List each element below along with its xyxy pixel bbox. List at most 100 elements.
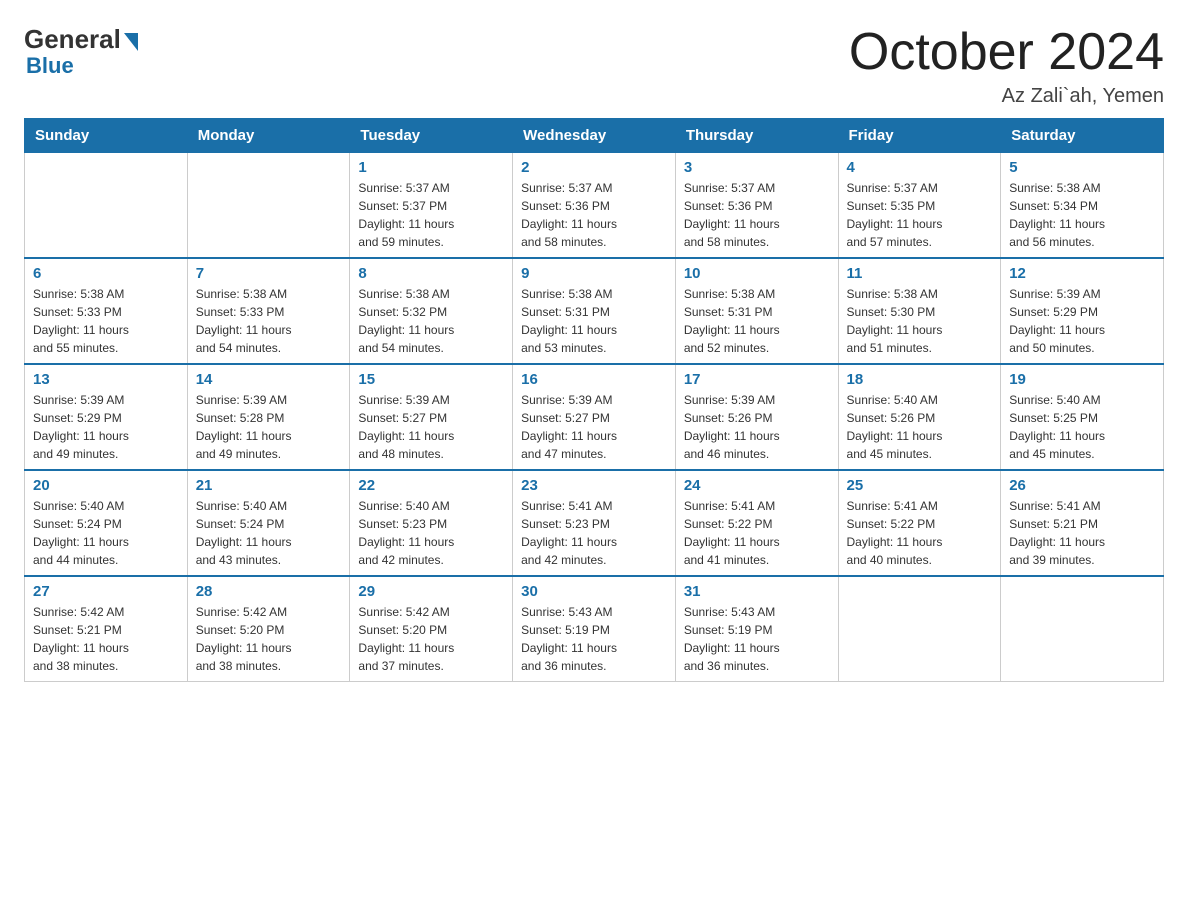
day-info: Sunrise: 5:39 AMSunset: 5:28 PMDaylight:… — [196, 391, 342, 463]
logo-arrow-icon — [124, 33, 138, 51]
table-row — [1001, 576, 1164, 682]
day-number: 23 — [521, 477, 667, 494]
table-row: 15 Sunrise: 5:39 AMSunset: 5:27 PMDayligh… — [350, 364, 513, 470]
day-info: Sunrise: 5:41 AMSunset: 5:21 PMDaylight:… — [1009, 497, 1155, 569]
day-number: 12 — [1009, 265, 1155, 282]
col-tuesday: Tuesday — [350, 119, 513, 153]
table-row — [25, 153, 188, 259]
table-row: 17Sunrise: 5:39 AMSunset: 5:26 PMDayligh… — [675, 364, 838, 470]
table-row: 16 Sunrise: 5:39 AMSunset: 5:27 PMDayligh… — [513, 364, 676, 470]
day-info: Sunrise: 5:38 AMSunset: 5:33 PMDaylight:… — [196, 285, 342, 357]
table-row: 3 Sunrise: 5:37 AMSunset: 5:36 PMDaylight… — [675, 153, 838, 259]
table-row: 5Sunrise: 5:38 AMSunset: 5:34 PMDaylight… — [1001, 153, 1164, 259]
table-row: 2 Sunrise: 5:37 AMSunset: 5:36 PMDaylight… — [513, 153, 676, 259]
calendar-week-row: 20 Sunrise: 5:40 AMSunset: 5:24 PMDayligh… — [25, 470, 1164, 576]
day-info: Sunrise: 5:39 AMSunset: 5:29 PMDaylight:… — [1009, 285, 1155, 357]
day-info: Sunrise: 5:38 AMSunset: 5:34 PMDaylight:… — [1009, 179, 1155, 251]
day-number: 10 — [684, 265, 830, 282]
day-info: Sunrise: 5:38 AMSunset: 5:33 PMDaylight:… — [33, 285, 179, 357]
col-friday: Friday — [838, 119, 1001, 153]
day-number: 13 — [33, 371, 179, 388]
day-number: 20 — [33, 477, 179, 494]
day-number: 2 — [521, 159, 667, 176]
day-info: Sunrise: 5:41 AMSunset: 5:22 PMDaylight:… — [684, 497, 830, 569]
day-info: Sunrise: 5:40 AMSunset: 5:25 PMDaylight:… — [1009, 391, 1155, 463]
table-row: 19 Sunrise: 5:40 AMSunset: 5:25 PMDayligh… — [1001, 364, 1164, 470]
table-row: 23 Sunrise: 5:41 AMSunset: 5:23 PMDayligh… — [513, 470, 676, 576]
day-info: Sunrise: 5:42 AMSunset: 5:20 PMDaylight:… — [358, 603, 504, 675]
day-number: 15 — [358, 371, 504, 388]
table-row: 22Sunrise: 5:40 AMSunset: 5:23 PMDayligh… — [350, 470, 513, 576]
table-row: 6 Sunrise: 5:38 AMSunset: 5:33 PMDaylight… — [25, 258, 188, 364]
day-info: Sunrise: 5:42 AMSunset: 5:21 PMDaylight:… — [33, 603, 179, 675]
table-row: 18 Sunrise: 5:40 AMSunset: 5:26 PMDayligh… — [838, 364, 1001, 470]
day-info: Sunrise: 5:39 AMSunset: 5:27 PMDaylight:… — [521, 391, 667, 463]
table-row: 20Sunrise: 5:40 AMSunset: 5:24 PMDayligh… — [25, 470, 188, 576]
day-info: Sunrise: 5:41 AMSunset: 5:23 PMDaylight:… — [521, 497, 667, 569]
day-number: 31 — [684, 583, 830, 600]
day-info: Sunrise: 5:37 AMSunset: 5:36 PMDaylight:… — [684, 179, 830, 251]
day-info: Sunrise: 5:39 AMSunset: 5:29 PMDaylight:… — [33, 391, 179, 463]
page-header: General Blue October 2024 Az Zali`ah, Ye… — [24, 24, 1164, 108]
table-row: 11 Sunrise: 5:38 AMSunset: 5:30 PMDayligh… — [838, 258, 1001, 364]
logo-blue-text: Blue — [26, 53, 74, 79]
col-thursday: Thursday — [675, 119, 838, 153]
table-row — [187, 153, 350, 259]
table-row: 1 Sunrise: 5:37 AMSunset: 5:37 PMDaylight… — [350, 153, 513, 259]
day-number: 29 — [358, 583, 504, 600]
day-number: 11 — [847, 265, 993, 282]
col-sunday: Sunday — [25, 119, 188, 153]
table-row: 29 Sunrise: 5:42 AMSunset: 5:20 PMDayligh… — [350, 576, 513, 682]
col-monday: Monday — [187, 119, 350, 153]
day-number: 25 — [847, 477, 993, 494]
day-number: 1 — [358, 159, 504, 176]
day-info: Sunrise: 5:38 AMSunset: 5:31 PMDaylight:… — [684, 285, 830, 357]
day-info: Sunrise: 5:38 AMSunset: 5:32 PMDaylight:… — [358, 285, 504, 357]
day-info: Sunrise: 5:40 AMSunset: 5:26 PMDaylight:… — [847, 391, 993, 463]
table-row: 30Sunrise: 5:43 AMSunset: 5:19 PMDayligh… — [513, 576, 676, 682]
day-number: 7 — [196, 265, 342, 282]
day-number: 14 — [196, 371, 342, 388]
day-number: 8 — [358, 265, 504, 282]
table-row: 10 Sunrise: 5:38 AMSunset: 5:31 PMDayligh… — [675, 258, 838, 364]
day-info: Sunrise: 5:37 AMSunset: 5:36 PMDaylight:… — [521, 179, 667, 251]
day-number: 6 — [33, 265, 179, 282]
day-number: 24 — [684, 477, 830, 494]
day-info: Sunrise: 5:40 AMSunset: 5:23 PMDaylight:… — [358, 497, 504, 569]
day-info: Sunrise: 5:43 AMSunset: 5:19 PMDaylight:… — [684, 603, 830, 675]
title-area: October 2024 Az Zali`ah, Yemen — [849, 24, 1164, 108]
logo-general-text: General — [24, 24, 121, 55]
day-info: Sunrise: 5:38 AMSunset: 5:30 PMDaylight:… — [847, 285, 993, 357]
logo: General Blue — [24, 24, 138, 79]
col-wednesday: Wednesday — [513, 119, 676, 153]
day-info: Sunrise: 5:41 AMSunset: 5:22 PMDaylight:… — [847, 497, 993, 569]
table-row: 14 Sunrise: 5:39 AMSunset: 5:28 PMDayligh… — [187, 364, 350, 470]
table-row: 13 Sunrise: 5:39 AMSunset: 5:29 PMDayligh… — [25, 364, 188, 470]
table-row: 27 Sunrise: 5:42 AMSunset: 5:21 PMDayligh… — [25, 576, 188, 682]
day-number: 17 — [684, 371, 830, 388]
location-subtitle: Az Zali`ah, Yemen — [849, 85, 1164, 108]
day-number: 3 — [684, 159, 830, 176]
table-row: 12 Sunrise: 5:39 AMSunset: 5:29 PMDayligh… — [1001, 258, 1164, 364]
calendar-week-row: 6 Sunrise: 5:38 AMSunset: 5:33 PMDaylight… — [25, 258, 1164, 364]
day-number: 19 — [1009, 371, 1155, 388]
table-row: 8 Sunrise: 5:38 AMSunset: 5:32 PMDaylight… — [350, 258, 513, 364]
table-row: 21Sunrise: 5:40 AMSunset: 5:24 PMDayligh… — [187, 470, 350, 576]
calendar-header-row: Sunday Monday Tuesday Wednesday Thursday… — [25, 119, 1164, 153]
table-row — [838, 576, 1001, 682]
day-info: Sunrise: 5:37 AMSunset: 5:37 PMDaylight:… — [358, 179, 504, 251]
table-row: 25 Sunrise: 5:41 AMSunset: 5:22 PMDayligh… — [838, 470, 1001, 576]
table-row: 24 Sunrise: 5:41 AMSunset: 5:22 PMDayligh… — [675, 470, 838, 576]
day-number: 16 — [521, 371, 667, 388]
table-row: 4Sunrise: 5:37 AMSunset: 5:35 PMDaylight… — [838, 153, 1001, 259]
day-number: 28 — [196, 583, 342, 600]
table-row: 31 Sunrise: 5:43 AMSunset: 5:19 PMDayligh… — [675, 576, 838, 682]
day-number: 30 — [521, 583, 667, 600]
month-title: October 2024 — [849, 24, 1164, 81]
day-info: Sunrise: 5:39 AMSunset: 5:27 PMDaylight:… — [358, 391, 504, 463]
day-number: 27 — [33, 583, 179, 600]
day-number: 18 — [847, 371, 993, 388]
day-info: Sunrise: 5:40 AMSunset: 5:24 PMDaylight:… — [196, 497, 342, 569]
table-row: 7 Sunrise: 5:38 AMSunset: 5:33 PMDaylight… — [187, 258, 350, 364]
day-info: Sunrise: 5:37 AMSunset: 5:35 PMDaylight:… — [847, 179, 993, 251]
